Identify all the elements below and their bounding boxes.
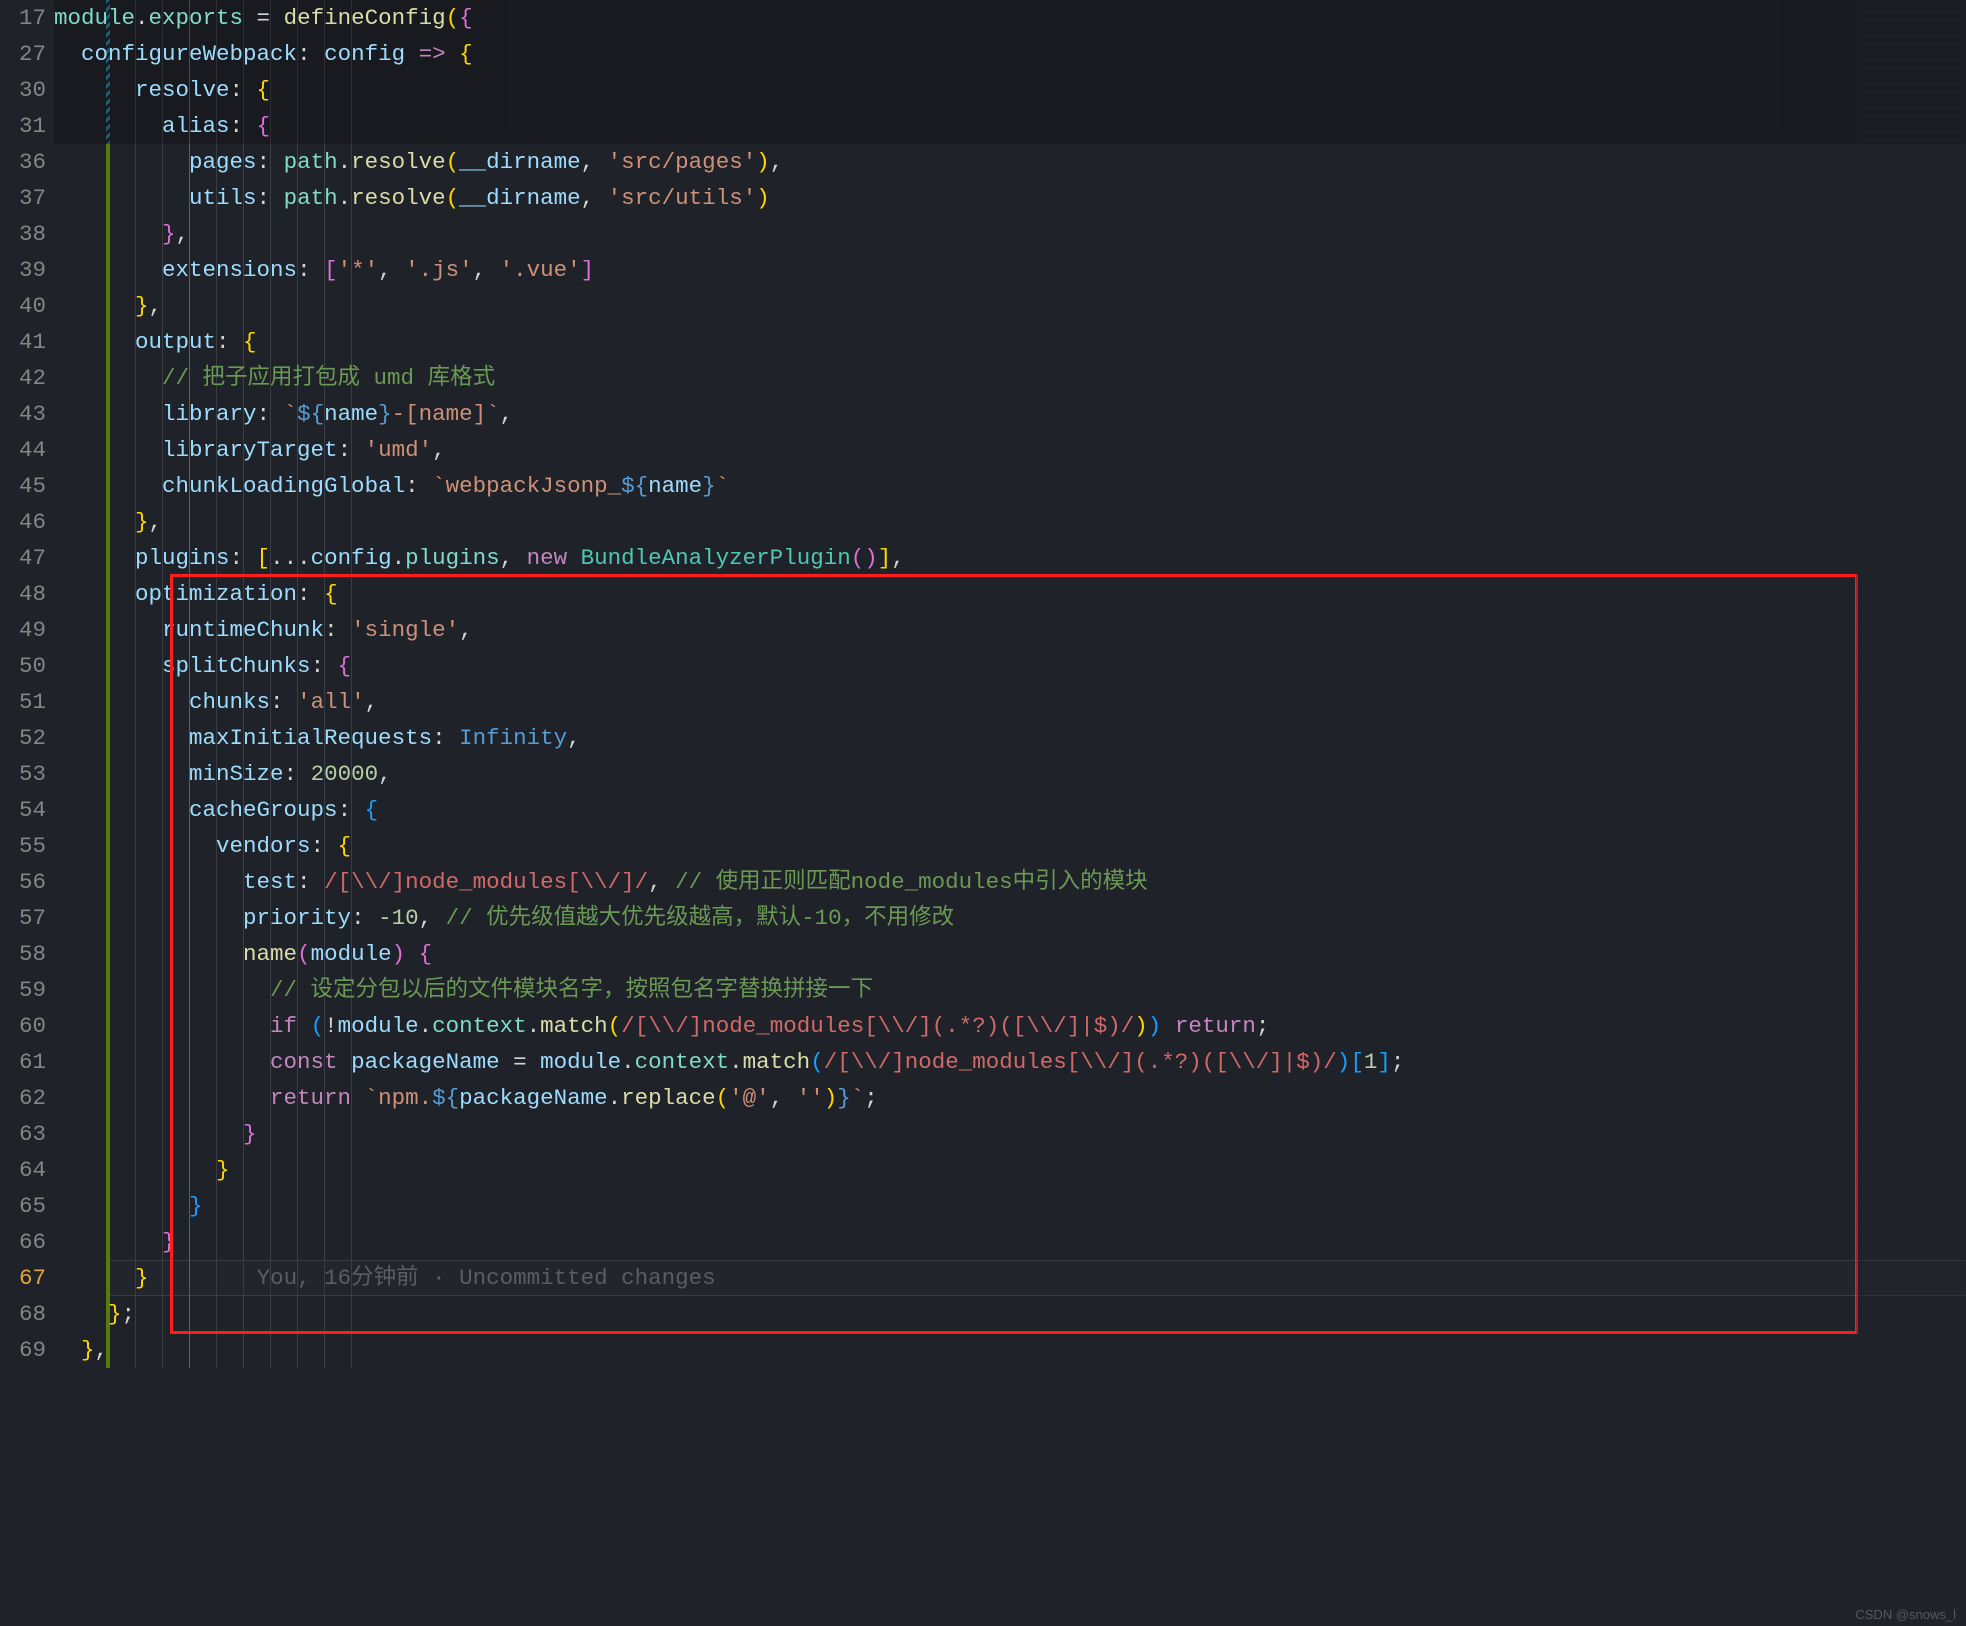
line-number: 66 (0, 1224, 46, 1260)
line-number: 31 (0, 108, 46, 144)
line-number: 40 (0, 288, 46, 324)
line-number: 48 (0, 576, 46, 612)
line-number: 47 (0, 540, 46, 576)
line-number: 51 (0, 684, 46, 720)
line-number: 57 (0, 900, 46, 936)
line-number: 52 (0, 720, 46, 756)
line-number: 37 (0, 180, 46, 216)
line-number-gutter: 1727303136373839404142434445464748495051… (0, 0, 54, 1626)
line-number: 54 (0, 792, 46, 828)
line-number: 63 (0, 1116, 46, 1152)
line-number: 50 (0, 648, 46, 684)
line-number: 59 (0, 972, 46, 1008)
line-number: 46 (0, 504, 46, 540)
line-number: 36 (0, 144, 46, 180)
line-number: 62 (0, 1080, 46, 1116)
line-number: 45 (0, 468, 46, 504)
code-area[interactable]: module.exports = defineConfig({ configur… (54, 0, 1966, 1626)
line-number: 44 (0, 432, 46, 468)
line-number: 38 (0, 216, 46, 252)
line-number: 41 (0, 324, 46, 360)
line-number: 42 (0, 360, 46, 396)
line-number: 39 (0, 252, 46, 288)
line-number: 17 (0, 0, 46, 36)
line-number: 53 (0, 756, 46, 792)
line-number: 69 (0, 1332, 46, 1368)
line-number: 60 (0, 1008, 46, 1044)
line-number: 64 (0, 1152, 46, 1188)
line-number: 30 (0, 72, 46, 108)
line-number: 61 (0, 1044, 46, 1080)
line-number: 68 (0, 1296, 46, 1332)
line-number: 58 (0, 936, 46, 972)
line-number: 27 (0, 36, 46, 72)
line-number: 43 (0, 396, 46, 432)
line-number: 56 (0, 864, 46, 900)
line-number: 55 (0, 828, 46, 864)
line-number: 65 (0, 1188, 46, 1224)
code-editor[interactable]: 1727303136373839404142434445464748495051… (0, 0, 1966, 1626)
line-number: 67 (0, 1260, 46, 1296)
code-content[interactable]: module.exports = defineConfig({ configur… (54, 0, 1966, 1368)
line-number: 49 (0, 612, 46, 648)
watermark: CSDN @snows_l (1855, 1607, 1956, 1622)
